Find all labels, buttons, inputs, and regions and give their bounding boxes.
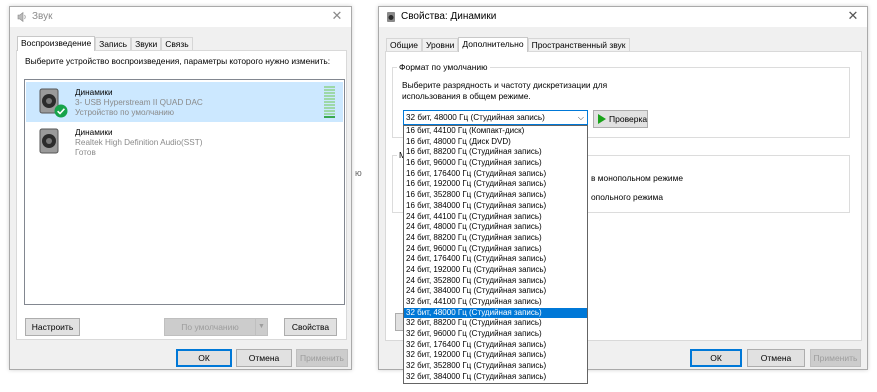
exclusive-priority-text: опольного режима (591, 192, 663, 202)
configure-button[interactable]: Настроить (25, 318, 80, 336)
tab-playback[interactable]: Воспроизведение (17, 36, 96, 51)
test-label: Проверка (609, 114, 648, 124)
format-option[interactable]: 16 бит, 192000 Гц (Студийная запись) (404, 179, 587, 190)
format-option[interactable]: 16 бит, 384000 Гц (Студийная запись) (404, 201, 587, 212)
format-option[interactable]: 24 бит, 352800 Гц (Студийная запись) (404, 276, 587, 287)
device-status: Готов (75, 148, 96, 157)
tab-recording[interactable]: Запись (95, 37, 132, 51)
title-bar: Свойства: Динамики ✕ (379, 7, 867, 27)
format-option[interactable]: 24 бит, 48000 Гц (Студийная запись) (404, 222, 587, 233)
format-option[interactable]: 16 бит, 176400 Гц (Студийная запись) (404, 169, 587, 180)
format-option[interactable]: 16 бит, 96000 Гц (Студийная запись) (404, 158, 587, 169)
format-option[interactable]: 32 бит, 352800 Гц (Студийная запись) (404, 361, 587, 372)
format-option[interactable]: 32 бит, 48000 Гц (Студийная запись) (404, 307, 587, 319)
level-meter (324, 86, 335, 118)
format-option[interactable]: 24 бит, 88200 Гц (Студийная запись) (404, 233, 587, 244)
format-option[interactable]: 24 бит, 192000 Гц (Студийная запись) (404, 265, 587, 276)
speaker-icon (39, 128, 59, 154)
chevron-down-icon[interactable]: ▼ (255, 319, 267, 335)
format-option[interactable]: 24 бит, 384000 Гц (Студийная запись) (404, 286, 587, 297)
apply-button[interactable]: Применить (296, 349, 348, 367)
ok-button[interactable]: ОК (690, 349, 742, 367)
device-status: Устройство по умолчанию (75, 108, 175, 117)
format-select[interactable]: 32 бит, 48000 Гц (Студийная запись) ⌵ (403, 110, 588, 125)
format-option[interactable]: 24 бит, 176400 Гц (Студийная запись) (404, 254, 587, 265)
device-name: Динамики (75, 88, 113, 97)
cancel-button[interactable]: Отмена (747, 349, 805, 367)
exclusive-allow-text: в монопольном режиме (591, 173, 684, 183)
format-option[interactable]: 32 бит, 44100 Гц (Студийная запись) (404, 297, 587, 308)
format-option[interactable]: 24 бит, 96000 Гц (Студийная запись) (404, 244, 587, 255)
cancel-button[interactable]: Отмена (236, 349, 292, 367)
tab-strip: Воспроизведение Запись Звуки Связь (17, 36, 193, 51)
close-icon[interactable]: ✕ (845, 8, 861, 24)
format-option[interactable]: 16 бит, 48000 Гц (Диск DVD) (404, 137, 587, 148)
tab-general[interactable]: Общие (386, 38, 422, 52)
device-item-usb-dac[interactable]: Динамики 3- USB Hyperstream II QUAD DAC … (26, 82, 343, 122)
default-format-label: Формат по умолчанию (397, 62, 490, 72)
speaker-title-icon (387, 12, 395, 22)
set-default-button[interactable]: По умолчанию ▼ (164, 318, 268, 336)
tab-advanced[interactable]: Дополнительно (458, 37, 528, 52)
close-icon[interactable]: ✕ (329, 8, 345, 24)
properties-button[interactable]: Свойства (284, 318, 337, 336)
chevron-down-icon[interactable]: ⌵ (578, 111, 584, 124)
format-dropdown-list[interactable]: 16 бит, 44100 Гц (Компакт-диск) 16 бит, 4… (403, 125, 588, 384)
window-title: Свойства: Динамики (401, 11, 497, 22)
format-option[interactable]: 16 бит, 44100 Гц (Компакт-диск) (404, 126, 587, 137)
format-option[interactable]: 24 бит, 44100 Гц (Студийная запись) (404, 212, 587, 223)
device-text: Динамики 3- USB Hyperstream II QUAD DAC … (75, 88, 203, 118)
format-option[interactable]: 16 бит, 352800 Гц (Студийная запись) (404, 190, 587, 201)
tab-levels[interactable]: Уровни (421, 38, 459, 52)
ok-button[interactable]: ОК (176, 349, 232, 367)
instruction-text: Выберите устройство воспроизведения, пар… (25, 56, 331, 66)
test-button[interactable]: Проверка (593, 110, 648, 128)
format-option[interactable]: 32 бит, 384000 Гц (Студийная запись) (404, 372, 587, 383)
background-text-fragment: ю (355, 168, 362, 178)
device-text: Динамики Realtek High Definition Audio(S… (75, 128, 202, 158)
format-description: Выберите разрядность и частоту дискретиз… (402, 80, 608, 101)
play-icon (598, 114, 606, 124)
format-option[interactable]: 32 бит, 88200 Гц (Студийная запись) (404, 318, 587, 329)
format-select-value: 32 бит, 48000 Гц (Студийная запись) (406, 113, 545, 122)
format-option[interactable]: 32 бит, 96000 Гц (Студийная запись) (404, 329, 587, 340)
tab-spatial-sound[interactable]: Пространственный звук (527, 38, 630, 52)
device-detail: Realtek High Definition Audio(SST) (75, 138, 203, 147)
format-option[interactable]: 32 бит, 192000 Гц (Студийная запись) (404, 350, 587, 361)
apply-button[interactable]: Применить (810, 349, 861, 367)
device-detail: 3- USB Hyperstream II QUAD DAC (75, 98, 203, 107)
window-title: Звук (32, 11, 53, 22)
set-default-label: По умолчанию (181, 322, 239, 332)
format-option[interactable]: 32 бит, 176400 Гц (Студийная запись) (404, 340, 587, 351)
tab-communications[interactable]: Связь (161, 37, 193, 51)
device-item-realtek[interactable]: Динамики Realtek High Definition Audio(S… (26, 122, 343, 162)
default-check-icon (54, 104, 68, 118)
speaker-title-icon (17, 11, 26, 23)
title-bar: Звук ✕ (10, 7, 351, 27)
tab-strip: Общие Уровни Дополнительно Пространствен… (386, 37, 630, 52)
format-option[interactable]: 16 бит, 88200 Гц (Студийная запись) (404, 147, 587, 158)
device-list[interactable]: Динамики 3- USB Hyperstream II QUAD DAC … (24, 79, 345, 305)
tab-sounds[interactable]: Звуки (131, 37, 162, 51)
device-name: Динамики (75, 128, 113, 137)
